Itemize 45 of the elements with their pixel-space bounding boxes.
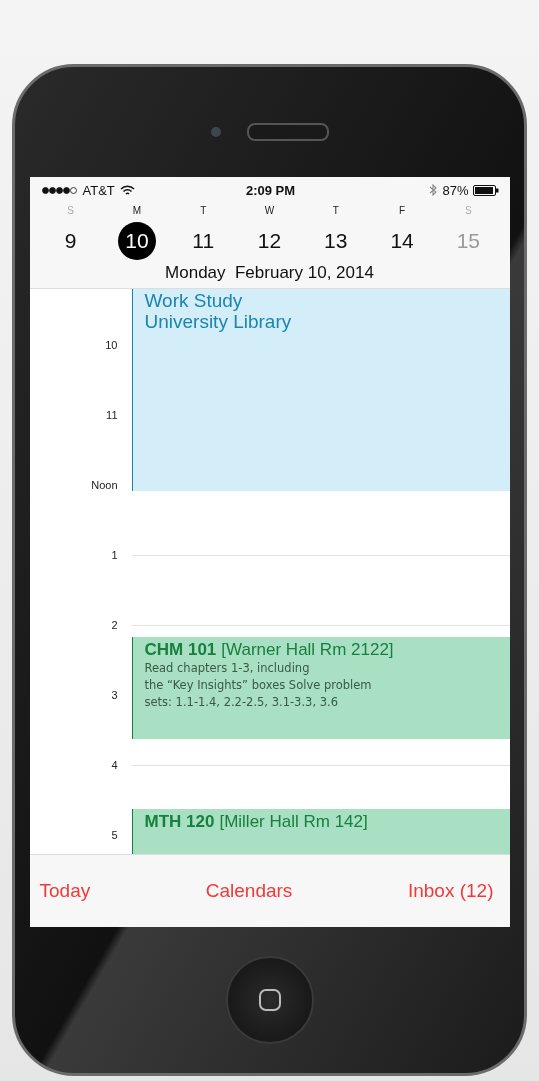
camera-icon (210, 127, 221, 137)
wifi-icon (119, 184, 135, 196)
weekday-letter: T (200, 205, 207, 216)
event-card[interactable]: CHM 101 [Warner Hall Rm 2122] Read chapters 1-3, including the “Key Insights” boxes Solve problem sets: 1.1-1.4, 2.2-2.5, 3.1-3.3, 3.6 (131, 637, 510, 739)
status-time: 2:09 PM (245, 182, 296, 198)
day-number[interactable]: 10 (117, 222, 156, 260)
speaker-icon (246, 123, 329, 141)
event-location: [Miller Hall Rm 142] (219, 811, 368, 832)
event-card[interactable]: MTH 120 [Miller Hall Rm 142] (131, 809, 510, 854)
day-number[interactable]: 12 (250, 222, 289, 260)
event-notes: Read chapters 1-3, including the “Key Insights” boxes Solve problem sets: 1.1-1.4, 2.2-2.5, 3.1-3.3, 3.6 (144, 660, 373, 711)
hour-label: 5 (110, 828, 118, 842)
weekday-letter: F (399, 205, 406, 216)
event-card[interactable]: Work Study University Library (131, 289, 510, 491)
day-number[interactable]: 14 (383, 222, 422, 260)
day-number[interactable]: 11 (184, 222, 223, 260)
hour-label: 4 (110, 758, 118, 772)
battery-percent: 87% (442, 182, 469, 198)
hour-label: 1 (110, 548, 118, 562)
event-title: CHM 101 (144, 640, 217, 660)
hour-label: 3 (110, 688, 118, 702)
battery-icon (473, 184, 500, 196)
hour-label: 10 (104, 338, 118, 352)
signal-icon (41, 186, 78, 194)
weekday-letter: T (332, 205, 339, 216)
event-title: MTH 120 (144, 812, 215, 832)
weekday-letter: S (465, 205, 472, 216)
hour-label: Noon (90, 478, 118, 492)
day-number[interactable]: 13 (316, 222, 355, 260)
event-location: [Warner Hall Rm 2122] (221, 639, 394, 660)
date-title: Monday February 10, 2014 (164, 262, 375, 284)
weekday-letter: M (132, 205, 142, 216)
day-number[interactable]: 9 (51, 222, 90, 260)
tab-bar-button[interactable]: Calendars (201, 876, 297, 906)
hour-label: 11 (105, 408, 118, 422)
weekday-letter: W (264, 205, 275, 216)
event-title: Work Study (144, 291, 244, 311)
hour-label: 2 (110, 618, 118, 632)
carrier-name: AT&T (82, 182, 115, 198)
weekday-letter: S (67, 205, 74, 216)
tab-bar-button[interactable]: Inbox (12) (403, 876, 498, 906)
bluetooth-icon (429, 184, 438, 196)
event-location: University Library (144, 311, 293, 332)
rounded-square-icon (257, 988, 282, 1012)
tab-bar-button[interactable]: Today (35, 876, 95, 906)
